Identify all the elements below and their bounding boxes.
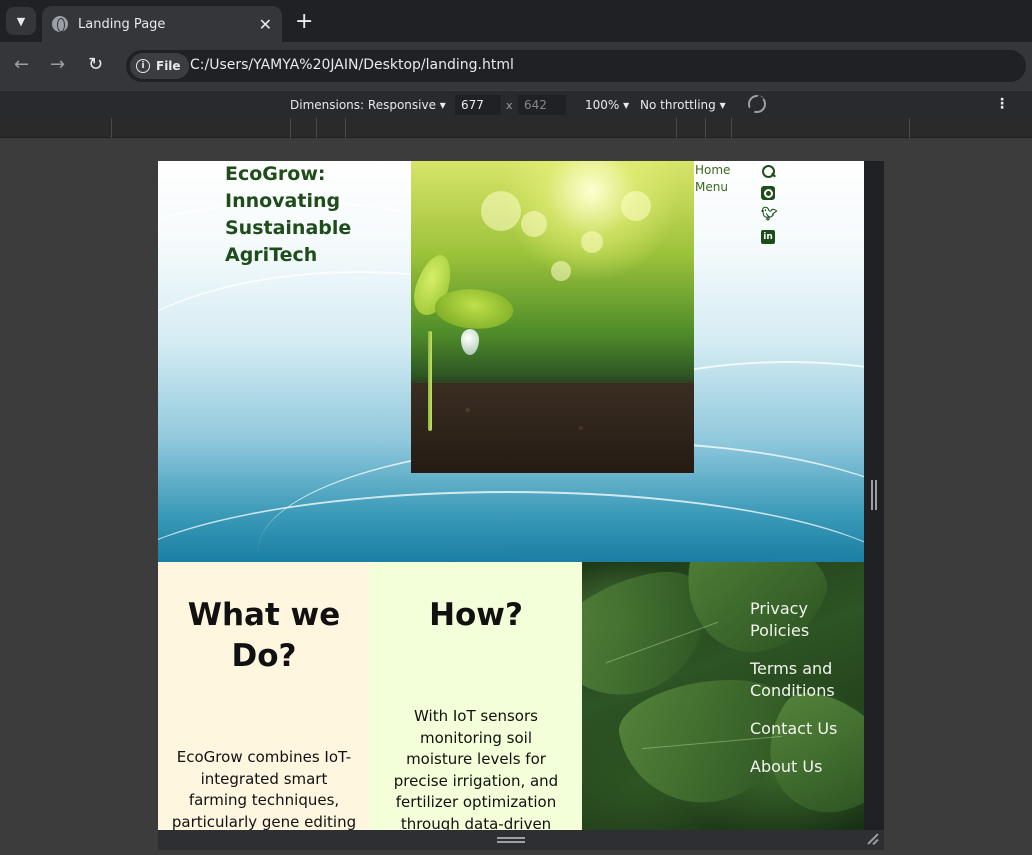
nav-home-link[interactable]: Home xyxy=(695,162,755,179)
new-tab-button[interactable]: + xyxy=(295,9,313,34)
privacy-policies-link[interactable]: Privacy Policies xyxy=(750,598,850,642)
instagram-icon[interactable] xyxy=(761,186,775,200)
what-heading: What we Do? xyxy=(187,597,341,674)
how-heading: How? xyxy=(429,597,523,633)
what-we-do-section: What we Do? EcoGrow combines IoT-integra… xyxy=(158,562,370,830)
contact-us-link[interactable]: Contact Us xyxy=(750,718,850,740)
dimension-separator: x xyxy=(506,99,513,112)
hero-section: EcoGrow: Innovating Sustainable AgriTech… xyxy=(158,161,864,562)
chevron-down-icon: ▼ xyxy=(16,14,26,28)
info-icon: i xyxy=(136,59,150,73)
close-icon[interactable]: ✕ xyxy=(259,15,272,34)
reload-icon[interactable]: ↻ xyxy=(88,54,103,75)
throttling-dropdown[interactable]: No throttling ▾ xyxy=(640,98,726,112)
rotate-icon[interactable] xyxy=(748,95,766,113)
seedling-image xyxy=(411,161,694,473)
tab-title: Landing Page xyxy=(78,16,166,32)
file-chip-label: File xyxy=(156,59,181,73)
tab-landing-page[interactable]: Landing Page ✕ xyxy=(42,6,282,42)
tab-search-button[interactable]: ▼ xyxy=(6,7,36,35)
address-bar[interactable]: i File C:/Users/YAMYA%20JAIN/Desktop/lan… xyxy=(126,50,1026,82)
tab-bar: ▼ Landing Page ✕ + xyxy=(0,0,1032,42)
forward-arrow-icon[interactable]: → xyxy=(50,54,65,75)
height-resize-handle[interactable] xyxy=(497,837,525,843)
search-icon[interactable] xyxy=(761,164,775,178)
how-section: How? With IoT sensors monitoring soil mo… xyxy=(370,562,582,830)
dimensions-dropdown[interactable]: Dimensions: Responsive ▾ xyxy=(290,98,446,112)
about-us-link[interactable]: About Us xyxy=(750,756,850,778)
nav-menu-link[interactable]: Menu xyxy=(695,179,755,196)
width-input[interactable]: 677 xyxy=(455,95,501,115)
terms-conditions-link[interactable]: Terms and Conditions xyxy=(750,658,850,702)
hero-title: EcoGrow: Innovating Sustainable AgriTech xyxy=(225,163,352,266)
emulated-page: EcoGrow: Innovating Sustainable AgriTech… xyxy=(158,161,864,830)
footer-links: Privacy Policies Terms and Conditions Co… xyxy=(750,598,850,794)
footer-leaves-panel: Privacy Policies Terms and Conditions Co… xyxy=(582,562,864,830)
more-options-icon[interactable]: ⋮ xyxy=(995,96,1009,112)
social-icons: 🐦︎ in xyxy=(761,164,778,252)
media-query-ruler[interactable] xyxy=(0,118,1032,138)
twitter-icon[interactable]: 🐦︎ xyxy=(761,208,778,222)
height-input[interactable]: 642 xyxy=(518,95,566,115)
nav-menu: Home Menu xyxy=(695,162,755,196)
back-arrow-icon[interactable]: ← xyxy=(14,54,29,75)
globe-icon xyxy=(52,16,68,32)
site-info-button[interactable]: i File xyxy=(130,53,189,79)
device-toolbar: Dimensions: Responsive ▾ 677 x 642 100% … xyxy=(0,90,1032,118)
zoom-dropdown[interactable]: 100% ▾ xyxy=(585,98,629,112)
how-body: With IoT sensors monitoring soil moistur… xyxy=(393,707,559,830)
url-text[interactable]: C:/Users/YAMYA%20JAIN/Desktop/landing.ht… xyxy=(190,57,514,73)
linkedin-icon[interactable]: in xyxy=(761,230,775,244)
browser-toolbar: ← → ↻ i File C:/Users/YAMYA%20JAIN/Deskt… xyxy=(0,42,1032,90)
corner-resize-handle[interactable] xyxy=(866,832,880,846)
width-resize-handle[interactable] xyxy=(870,480,878,510)
what-body: EcoGrow combines IoT-integrated smart fa… xyxy=(171,748,357,830)
